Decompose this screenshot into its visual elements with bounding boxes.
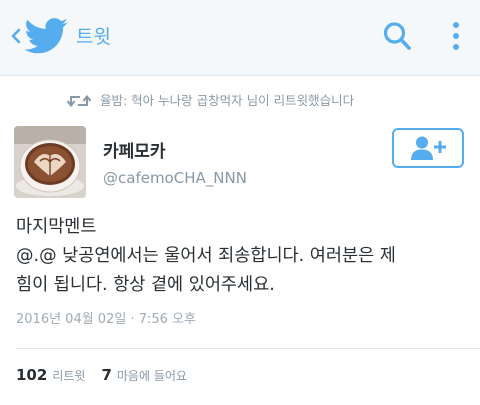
retweet-count-label[interactable]: 리트윗	[52, 367, 85, 384]
twitter-bird-icon[interactable]	[24, 18, 68, 54]
divider	[16, 348, 480, 349]
follow-button[interactable]	[392, 128, 464, 168]
overflow-menu-icon[interactable]	[448, 19, 464, 53]
retweet-context[interactable]: 율밤: 혁아 누나랑 곱창먹자 님이 리트윗했습니다	[66, 90, 354, 112]
follow-user-plus-icon	[411, 136, 446, 160]
author-display-name[interactable]: 카페모카	[103, 140, 166, 164]
search-icon[interactable]	[382, 20, 412, 52]
tweet-text: 마지막멘트 @.@ 낮공연에서는 울어서 죄송합니다. 여러분은 제 힘이 됩니…	[16, 217, 396, 295]
like-count[interactable]: 7	[101, 366, 111, 384]
tweet-timestamp: 2016년 04월 02일 · 7:56 오후	[16, 312, 196, 327]
retweet-context-text: 율밤: 혁아 누나랑 곱창먹자 님이 리트윗했습니다	[100, 93, 355, 108]
author-handle[interactable]: @cafemoCHA_NNN	[103, 167, 247, 189]
page-title: 트윗	[76, 26, 111, 48]
retweet-count[interactable]: 102	[16, 366, 47, 384]
app-bar: 트윗	[0, 0, 480, 76]
avatar[interactable]	[14, 126, 86, 198]
avatar-latte-art	[14, 126, 86, 198]
retweet-icon	[66, 94, 92, 108]
tweet-stats: 102 리트윗 7 마음에 들어요	[16, 366, 187, 384]
like-count-label[interactable]: 마음에 들어요	[117, 367, 187, 384]
back-chevron-icon[interactable]	[8, 22, 24, 50]
